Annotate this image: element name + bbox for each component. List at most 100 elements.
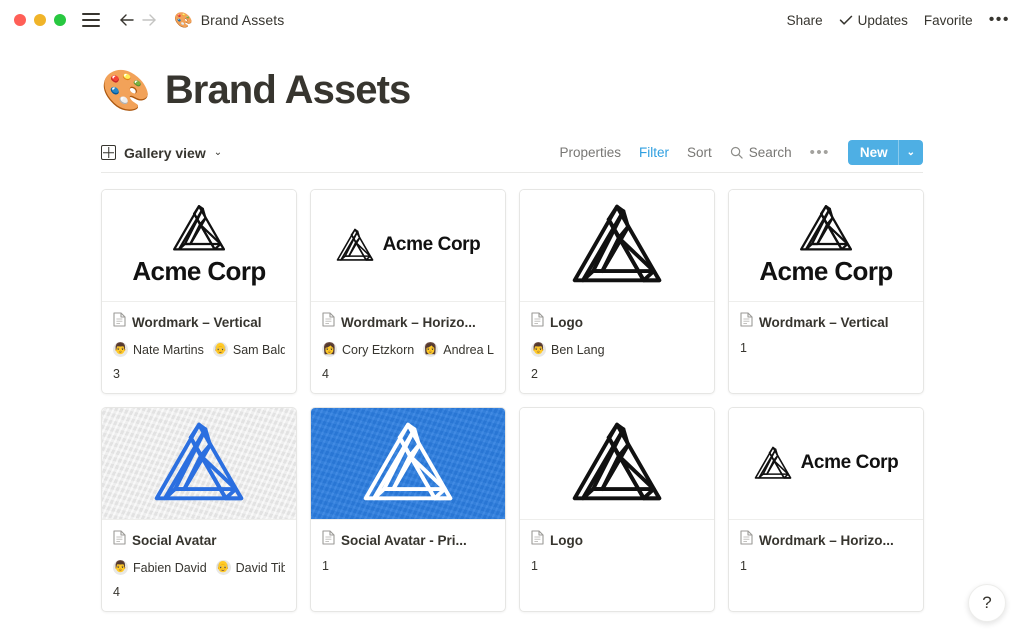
- minimize-window-button[interactable]: [34, 14, 46, 26]
- page-header: 🎨 Brand Assets: [0, 40, 1024, 113]
- new-button-label: New: [848, 145, 898, 160]
- close-window-button[interactable]: [14, 14, 26, 26]
- card-title-row: Social Avatar: [113, 530, 285, 550]
- card-title: Social Avatar - Pri...: [341, 533, 467, 548]
- gallery-card[interactable]: Logo👨Ben Lang2: [519, 189, 715, 394]
- card-body: Wordmark – Horizo... 👩 Cory Etzkorn 👩Andrea…: [311, 302, 505, 393]
- card-count: 4: [113, 585, 285, 599]
- new-button-chevron-down-icon[interactable]: ⌄: [899, 147, 923, 158]
- person-name: Andrea L: [443, 343, 494, 357]
- card-title-row: Social Avatar - Pri...: [322, 530, 494, 550]
- window-traffic-lights: [14, 14, 66, 26]
- person-name: Nate Martins: [133, 343, 204, 357]
- filter-button[interactable]: Filter: [639, 145, 669, 160]
- help-label: ?: [982, 593, 991, 613]
- gallery-grid: Acme CorpWordmark – Vertical👨Nate Martin…: [101, 189, 923, 612]
- card-cover-image: Acme Corp: [729, 190, 923, 302]
- penrose-triangle-logo-icon: [153, 421, 245, 506]
- card-people-row: 👨Nate Martins 👴Sam Bald: [113, 341, 285, 358]
- card-cover-image: [520, 190, 714, 302]
- card-title: Wordmark – Horizo...: [341, 315, 476, 330]
- view-selector[interactable]: Gallery view ⌄: [101, 145, 222, 161]
- person-name: Sam Bald: [233, 343, 285, 357]
- properties-button[interactable]: Properties: [560, 145, 622, 160]
- gallery-card[interactable]: Acme Corp Wordmark – Vertical 👨Nate Martin…: [101, 189, 297, 394]
- card-body: Wordmark – Vertical1: [729, 302, 923, 393]
- avatar: 👨: [113, 560, 128, 575]
- person-chip: 👩Andrea L: [423, 342, 494, 357]
- card-title: Wordmark – Vertical: [759, 315, 889, 330]
- updates-button[interactable]: Updates: [839, 13, 908, 28]
- gallery-card[interactable]: Acme Corp Wordmark – Horizo... 👩 Cory Etzko…: [310, 189, 506, 394]
- wordmark-horizontal-lockup: Acme Corp: [336, 228, 481, 263]
- card-cover-image: [102, 408, 296, 520]
- penrose-triangle-logo-icon: [362, 421, 454, 506]
- gallery-card[interactable]: Logo 1: [519, 407, 715, 612]
- person-chip: 👴Sam Bald: [213, 342, 285, 357]
- penrose-triangle-logo-icon: [571, 421, 663, 506]
- person-name: Cory Etzkorn: [342, 343, 414, 357]
- card-title: Logo: [550, 533, 583, 548]
- breadcrumb[interactable]: 🎨 Brand Assets: [174, 12, 284, 28]
- view-more-icon[interactable]: •••: [810, 149, 830, 157]
- avatar: 👩: [322, 342, 337, 357]
- forward-arrow-icon[interactable]: [138, 9, 160, 31]
- logo-mark: [362, 421, 454, 506]
- gallery-card[interactable]: Acme Corp Wordmark – Vertical1: [728, 189, 924, 394]
- penrose-triangle-logo-icon: [571, 203, 663, 288]
- logo-mark: [571, 421, 663, 506]
- page-document-icon: [740, 530, 753, 550]
- palette-icon: 🎨: [174, 13, 193, 28]
- card-body: Logo 1: [520, 520, 714, 611]
- card-title: Wordmark – Horizo...: [759, 533, 894, 548]
- card-cover-image: [311, 408, 505, 520]
- sort-button[interactable]: Sort: [687, 145, 712, 160]
- card-people-row: 👨Fabien David👴David Tib: [113, 559, 285, 576]
- chevron-down-icon: ⌄: [214, 147, 222, 158]
- card-cover-image: Acme Corp: [729, 408, 923, 520]
- penrose-triangle-logo-icon: [754, 446, 792, 481]
- avatar: 👴: [216, 560, 231, 575]
- gallery-card[interactable]: Social Avatar👨Fabien David👴David Tib4: [101, 407, 297, 612]
- titlebar-actions: Share Updates Favorite •••: [787, 0, 1010, 40]
- penrose-triangle-logo-icon: [336, 228, 374, 263]
- person-chip: 👨Ben Lang: [531, 342, 605, 357]
- penrose-triangle-logo-icon: [172, 204, 226, 254]
- wordmark-horizontal-lockup: Acme Corp: [754, 446, 899, 481]
- back-arrow-icon[interactable]: [116, 9, 138, 31]
- share-button[interactable]: Share: [787, 13, 823, 28]
- sidebar-toggle-icon[interactable]: [82, 13, 100, 27]
- card-cover-image: Acme Corp: [102, 190, 296, 302]
- person-chip: 👨Fabien David: [113, 560, 207, 575]
- favorite-button[interactable]: Favorite: [924, 13, 973, 28]
- card-body: Social Avatar👨Fabien David👴David Tib4: [102, 520, 296, 611]
- titlebar-more-icon[interactable]: •••: [989, 15, 1010, 25]
- help-button[interactable]: ?: [968, 584, 1006, 622]
- gallery-card[interactable]: Social Avatar - Pri...1: [310, 407, 506, 612]
- search-label: Search: [749, 145, 792, 160]
- database-view-toolbar: Gallery view ⌄ Properties Filter Sort Se…: [101, 139, 923, 173]
- person-chip: 👨Nate Martins: [113, 342, 204, 357]
- new-button[interactable]: New ⌄: [848, 140, 923, 165]
- card-count: 1: [531, 559, 703, 573]
- breadcrumb-title: Brand Assets: [201, 12, 285, 28]
- page-document-icon: [322, 312, 335, 332]
- window-titlebar: 🎨 Brand Assets Share Updates Favorite ••…: [0, 0, 1024, 40]
- card-count: 4: [322, 367, 494, 381]
- updates-label: Updates: [858, 13, 908, 28]
- wordmark-text: Acme Corp: [759, 256, 892, 287]
- card-title: Logo: [550, 315, 583, 330]
- maximize-window-button[interactable]: [54, 14, 66, 26]
- page-document-icon: [113, 530, 126, 550]
- penrose-triangle-logo-icon: [799, 204, 853, 254]
- card-title-row: Wordmark – Horizo...: [740, 530, 912, 550]
- page-palette-icon[interactable]: 🎨: [101, 71, 151, 111]
- page-document-icon: [322, 530, 335, 550]
- page-title[interactable]: Brand Assets: [165, 68, 411, 113]
- card-title: Social Avatar: [132, 533, 217, 548]
- card-title-row: Logo: [531, 530, 703, 550]
- card-title-row: Wordmark – Vertical: [113, 312, 285, 332]
- gallery-card[interactable]: Acme CorpWordmark – Horizo...1: [728, 407, 924, 612]
- avatar: 👨: [531, 342, 546, 357]
- search-button[interactable]: Search: [730, 145, 792, 160]
